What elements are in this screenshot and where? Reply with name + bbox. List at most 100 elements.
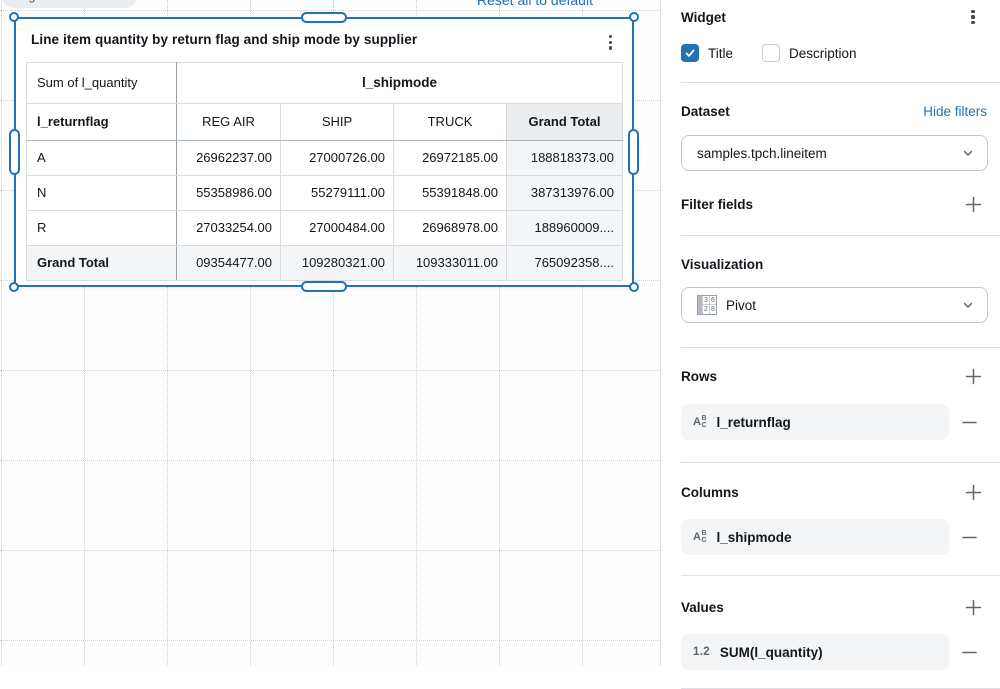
pivot-value-cell: 27033254.00 <box>176 209 281 246</box>
plus-icon <box>965 196 981 212</box>
pivot-row-label: A <box>26 139 177 176</box>
divider <box>681 462 1000 463</box>
row-field-pill[interactable]: ABC l_returnflag <box>681 404 949 440</box>
pivot-table-row: N 55358986.00 55279111.00 55391848.00 387313… <box>26 174 623 211</box>
pivot-table-row: Grand Total 09354477.00 109280321.00 109333… <box>26 244 623 281</box>
pivot-value-cell: 26968978.00 <box>393 209 507 246</box>
string-type-icon: ABC <box>693 530 707 544</box>
remove-row-field-button[interactable] <box>958 411 980 433</box>
pivot-value-cell: 27000484.00 <box>280 209 394 246</box>
widget-config-panel: Widget Title Description Dataset Hide fi… <box>660 0 1000 689</box>
description-checkbox[interactable] <box>762 44 781 62</box>
string-type-icon: ABC <box>693 415 707 429</box>
visualization-select[interactable]: 3628 Pivot <box>681 287 988 323</box>
pivot-table-row: A 26962237.00 27000726.00 26972185.00 188818… <box>26 139 623 176</box>
columns-heading: Columns <box>681 484 739 500</box>
dataset-select[interactable]: samples.tpch.lineitem <box>681 135 988 171</box>
panel-menu-icon[interactable] <box>962 6 984 28</box>
add-row-field-button[interactable] <box>962 365 984 387</box>
pivot-row-label: R <box>26 209 177 246</box>
resize-handle-bottom[interactable] <box>301 281 347 292</box>
grid-line <box>0 370 660 371</box>
grid-line <box>0 640 660 641</box>
resize-handle-se[interactable] <box>629 282 639 292</box>
pivot-column-header: Grand Total <box>506 102 623 141</box>
pivot-value-cell: 109333011.00 <box>393 244 507 281</box>
add-value-field-button[interactable] <box>962 596 984 618</box>
remove-value-field-button[interactable] <box>958 641 980 663</box>
remove-column-field-button[interactable] <box>958 526 980 548</box>
resize-handle-top[interactable] <box>301 12 347 23</box>
chevron-down-icon <box>961 298 975 312</box>
panel-widget-heading: Widget <box>681 9 726 25</box>
pivot-row-label: N <box>26 174 177 211</box>
pivot-column-header: REG AIR <box>176 102 281 141</box>
resize-handle-ne[interactable] <box>629 12 639 22</box>
minus-icon <box>961 421 977 423</box>
pivot-value-cell: 09354477.00 <box>176 244 281 281</box>
visualization-heading: Visualization <box>681 257 764 272</box>
minus-icon <box>961 536 977 538</box>
widget-menu-icon[interactable] <box>603 32 618 53</box>
filter-chip-segment[interactable]: Segment: BUILDING <box>2 0 138 8</box>
pivot-widget[interactable]: Line item quantity by return flag and sh… <box>9 12 639 292</box>
plus-icon <box>965 599 981 615</box>
chevron-down-icon <box>961 146 975 160</box>
title-checkbox-label: Title <box>708 45 734 61</box>
pivot-viz-icon: 3628 <box>697 295 717 315</box>
pivot-value-cell: 55391848.00 <box>393 174 507 211</box>
resize-handle-left[interactable] <box>9 129 20 175</box>
row-field-label: l_returnflag <box>716 414 791 430</box>
widget-title: Line item quantity by return flag and sh… <box>31 32 418 47</box>
value-field-pill[interactable]: 1.2 SUM(l_quantity) <box>681 634 949 670</box>
pivot-column-header: TRUCK <box>393 102 507 141</box>
pivot-column-group-header: l_shipmode <box>176 61 623 104</box>
column-field-pill[interactable]: ABC l_shipmode <box>681 519 949 555</box>
values-heading: Values <box>681 599 724 615</box>
dashboard-canvas[interactable]: Segment: BUILDING Reset all to default L… <box>0 0 660 666</box>
pivot-column-header: SHIP <box>280 102 394 141</box>
resize-handle-nw[interactable] <box>9 12 19 22</box>
divider <box>681 347 1000 348</box>
pivot-row-label: Grand Total <box>26 244 177 281</box>
rows-heading: Rows <box>681 368 718 384</box>
pivot-table: Sum of l_quantity l_shipmode l_returnflag R… <box>26 61 623 281</box>
pivot-value-cell: 109280321.00 <box>280 244 394 281</box>
description-checkbox-label: Description <box>789 45 857 61</box>
pivot-value-cell: 55279111.00 <box>280 174 394 211</box>
resize-handle-sw[interactable] <box>9 282 19 292</box>
pivot-value-cell: 188818373.00 <box>506 139 623 176</box>
hide-filters-link[interactable]: Hide filters <box>923 104 987 119</box>
pivot-table-row: R 27033254.00 27000484.00 26968978.00 188960… <box>26 209 623 246</box>
plus-icon <box>965 368 981 384</box>
pivot-corner-cell: Sum of l_quantity <box>26 61 177 104</box>
divider <box>681 82 1000 83</box>
minus-icon <box>961 651 977 653</box>
filter-fields-heading: Filter fields <box>681 196 754 212</box>
pivot-value-cell: 188960009.... <box>506 209 623 246</box>
divider <box>681 235 1000 236</box>
dataset-select-value: samples.tpch.lineitem <box>697 145 827 161</box>
plus-icon <box>965 484 981 500</box>
column-field-label: l_shipmode <box>716 529 792 545</box>
visualization-select-value: Pivot <box>726 297 757 313</box>
reset-all-link[interactable]: Reset all to default <box>477 0 593 8</box>
pivot-value-cell: 26972185.00 <box>393 139 507 176</box>
filter-chip-label: Segment: BUILDING <box>14 0 125 3</box>
resize-handle-right[interactable] <box>628 129 639 175</box>
dataset-heading: Dataset <box>681 104 730 119</box>
pivot-value-cell: 765092358.... <box>506 244 623 281</box>
divider <box>681 575 1000 576</box>
add-filter-field-button[interactable] <box>962 193 984 215</box>
value-field-label: SUM(l_quantity) <box>719 644 823 660</box>
grid-line <box>0 460 660 461</box>
grid-line <box>0 10 660 11</box>
add-column-field-button[interactable] <box>962 481 984 503</box>
pivot-value-cell: 55358986.00 <box>176 174 281 211</box>
check-icon <box>685 49 695 57</box>
title-checkbox[interactable] <box>681 44 699 62</box>
number-type-icon: 1.2 <box>693 646 710 658</box>
pivot-value-cell: 387313976.00 <box>506 174 623 211</box>
grid-line <box>0 550 660 551</box>
pivot-row-header: l_returnflag <box>26 102 177 141</box>
